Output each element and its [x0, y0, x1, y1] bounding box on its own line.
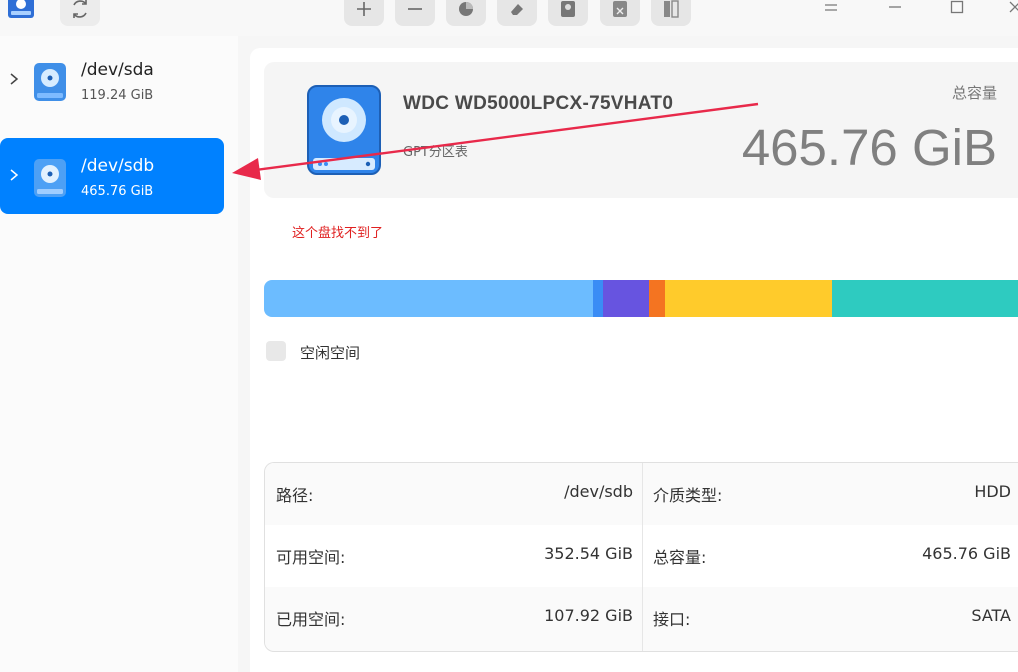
- resize-button[interactable]: [651, 0, 691, 26]
- available-space-label: 可用空间:: [276, 548, 346, 567]
- disk-size: 465.76 GiB: [81, 184, 154, 199]
- usage-segment-5: [831, 280, 1018, 317]
- free-space-legend: 空闲空间: [300, 344, 361, 362]
- title-bar: [0, 0, 1018, 36]
- refresh-icon: [69, 0, 91, 20]
- disk-list-sidebar: /dev/sda 119.24 GiB /dev/sdb 465.76 GiB: [0, 36, 238, 672]
- column-divider: [642, 463, 643, 651]
- total-capacity-value: 465.76 GiB: [741, 119, 997, 176]
- create-partition-button[interactable]: [344, 0, 384, 26]
- menu-icon: [823, 1, 839, 13]
- usage-segment-4: [665, 280, 832, 317]
- chevron-right-icon[interactable]: [9, 168, 19, 182]
- used-space-label: 已用空间:: [276, 610, 346, 629]
- minimize-icon: [887, 1, 903, 13]
- available-space-value: 352.54 GiB: [544, 544, 633, 563]
- hard-disk-icon: [33, 158, 67, 198]
- usage-segment-0: [264, 280, 593, 317]
- disk-item-sda[interactable]: /dev/sda 119.24 GiB: [0, 42, 224, 118]
- refresh-button[interactable]: [60, 0, 100, 26]
- total-capacity-label: 总容量: [951, 84, 997, 102]
- used-space-value: 107.92 GiB: [544, 606, 633, 625]
- partition-usage-bar: [264, 280, 1018, 317]
- disk-info-table: 路径: /dev/sdb 介质类型: HDD 可用空间: 352.54 GiB …: [264, 462, 1018, 652]
- disk-name: /dev/sdb: [81, 156, 155, 176]
- minus-icon: [406, 0, 424, 18]
- partition-info-button[interactable]: [446, 0, 486, 26]
- minimize-button[interactable]: [880, 0, 910, 20]
- partition-table-type: GPT分区表: [403, 145, 468, 160]
- split-icon: [662, 0, 680, 18]
- close-icon: [1008, 0, 1018, 14]
- hard-disk-icon: [306, 84, 382, 176]
- hard-disk-icon: [33, 62, 67, 102]
- disk-size: 119.24 GiB: [81, 88, 154, 103]
- delete-partition-button[interactable]: [395, 0, 435, 26]
- menu-button[interactable]: [816, 0, 846, 20]
- disk-check-button[interactable]: [548, 0, 588, 26]
- usage-segment-2: [602, 280, 650, 317]
- interface-label: 接口:: [653, 610, 691, 629]
- path-value: /dev/sdb: [564, 482, 633, 501]
- app-logo: [6, 0, 36, 20]
- eraser-icon: [508, 0, 526, 18]
- total-capacity-value: 465.76 GiB: [922, 544, 1011, 563]
- usage-segment-1: [592, 280, 603, 317]
- maximize-icon: [950, 0, 964, 14]
- disk-name: /dev/sda: [81, 60, 154, 80]
- chevron-right-icon[interactable]: [9, 72, 19, 86]
- disk-item-sdb[interactable]: /dev/sdb 465.76 GiB: [0, 138, 224, 214]
- disk-model: WDC WD5000LPCX-75VHAT0: [403, 93, 674, 114]
- media-type-value: HDD: [974, 482, 1011, 501]
- pie-chart-icon: [457, 0, 475, 18]
- annotation-text: 这个盘找不到了: [292, 226, 384, 241]
- wipe-button[interactable]: [497, 0, 537, 26]
- disk-check-icon: [560, 0, 576, 18]
- plus-icon: [355, 0, 373, 18]
- free-space-swatch: [266, 341, 286, 361]
- media-type-label: 介质类型:: [653, 486, 723, 505]
- path-label: 路径:: [276, 486, 314, 505]
- maximize-button[interactable]: [942, 0, 972, 20]
- unmount-button[interactable]: [600, 0, 640, 26]
- delete-icon: [612, 0, 628, 18]
- interface-value: SATA: [971, 606, 1011, 625]
- usage-segment-3: [649, 280, 666, 317]
- close-button[interactable]: [1000, 0, 1018, 20]
- total-capacity-label: 总容量:: [653, 548, 707, 567]
